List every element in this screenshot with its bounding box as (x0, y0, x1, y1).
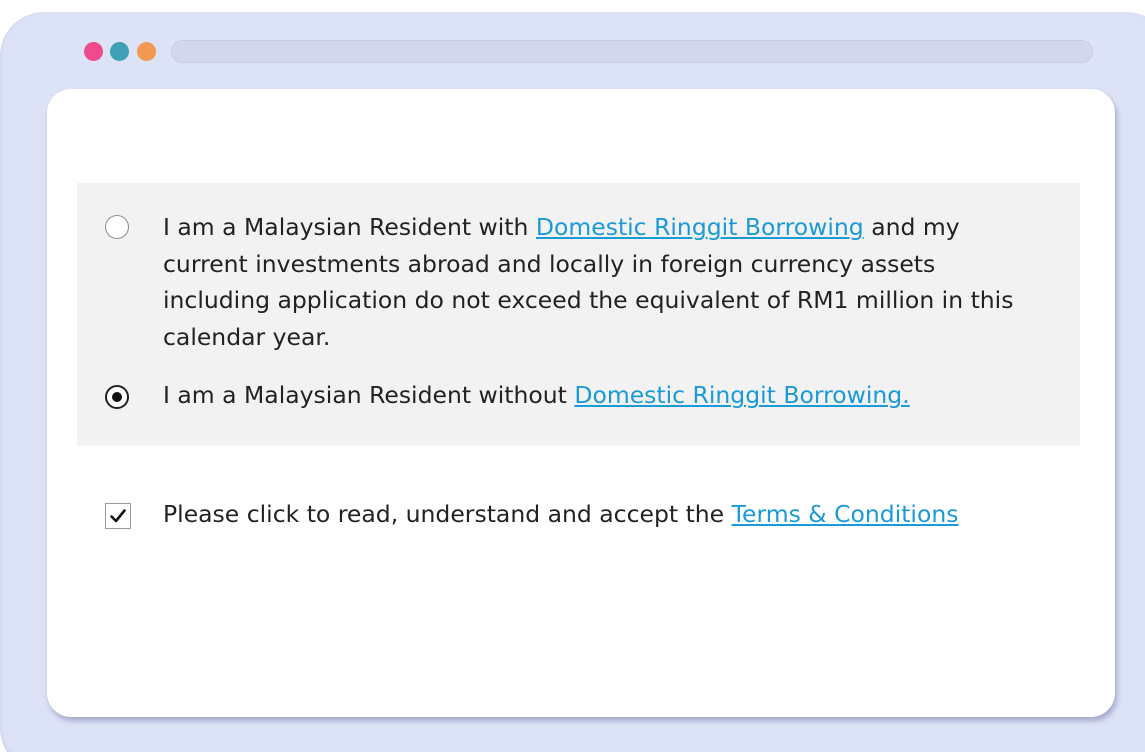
window-close-dot[interactable] (84, 42, 103, 61)
terms-and-conditions-link[interactable]: Terms & Conditions (732, 500, 959, 528)
radio-selected-dot (112, 392, 122, 402)
terms-text: Please click to read, understand and acc… (163, 500, 732, 528)
domestic-ringgit-borrowing-link[interactable]: Domestic Ringgit Borrowing (536, 213, 864, 241)
option-with-borrowing-label: I am a Malaysian Resident with Domestic … (163, 209, 1043, 355)
terms-label: Please click to read, understand and acc… (163, 496, 958, 532)
address-bar[interactable] (171, 40, 1093, 63)
window-maximize-dot[interactable] (137, 42, 156, 61)
option-without-borrowing-text: I am a Malaysian Resident without (163, 381, 575, 409)
option-with-borrowing-text: I am a Malaysian Resident with (163, 213, 536, 241)
residency-options-panel: I am a Malaysian Resident with Domestic … (77, 183, 1080, 446)
option-without-borrowing-label: I am a Malaysian Resident without Domest… (163, 377, 1043, 414)
domestic-ringgit-borrowing-link-2[interactable]: Domestic Ringgit Borrowing. (574, 381, 909, 409)
checkmark-icon (110, 509, 126, 523)
radio-with-borrowing[interactable] (105, 215, 129, 239)
window-minimize-dot[interactable] (110, 42, 129, 61)
terms-checkbox[interactable] (105, 503, 131, 529)
radio-without-borrowing[interactable] (105, 385, 129, 409)
